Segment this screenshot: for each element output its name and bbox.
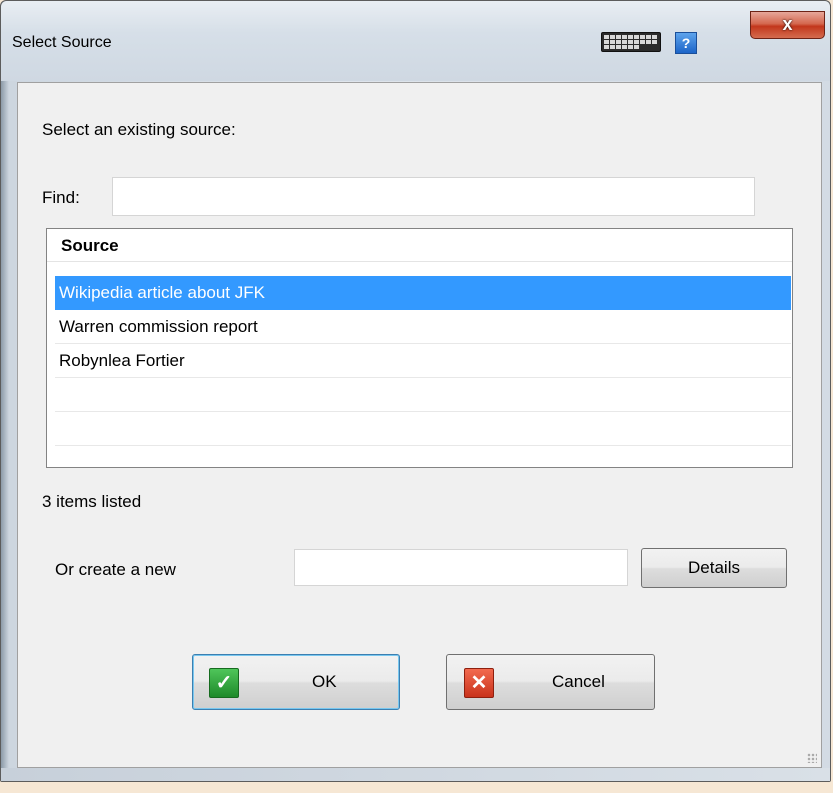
list-item-label: Robynlea Fortier	[59, 351, 185, 370]
keyboard-icon[interactable]	[601, 32, 661, 52]
create-new-label: Or create a new	[55, 560, 176, 579]
existing-source-prompt: Select an existing source:	[42, 120, 236, 139]
window-bottom-border	[1, 768, 830, 781]
empty-row	[55, 378, 791, 412]
list-item-label: Warren commission report	[59, 317, 258, 336]
close-button[interactable]: x	[750, 11, 825, 39]
empty-row	[55, 412, 791, 446]
ok-button[interactable]: ✓ OK	[192, 654, 400, 710]
title-bar[interactable]: Select Source ? x	[1, 1, 830, 81]
help-icon[interactable]: ?	[675, 32, 697, 54]
select-source-dialog: Select Source ? x Select an existing sou…	[0, 0, 831, 782]
window-title: Select Source	[12, 34, 112, 51]
details-button[interactable]: Details	[641, 548, 787, 588]
source-column-header[interactable]: Source	[47, 229, 792, 262]
list-item[interactable]: Warren commission report	[55, 310, 791, 344]
list-item[interactable]: Robynlea Fortier	[55, 344, 791, 378]
source-list[interactable]: Source Wikipedia article about JFK Warre…	[46, 228, 793, 468]
x-icon: ✕	[464, 668, 494, 698]
find-label: Find:	[42, 188, 80, 207]
list-item-label: Wikipedia article about JFK	[59, 283, 265, 302]
cancel-button[interactable]: ✕ Cancel	[446, 654, 655, 710]
new-source-input[interactable]	[294, 549, 628, 586]
list-item[interactable]: Wikipedia article about JFK	[55, 276, 791, 310]
dialog-content: Select an existing source: Find: Source …	[17, 82, 822, 768]
checkmark-icon: ✓	[209, 668, 239, 698]
resize-grip[interactable]	[807, 753, 817, 763]
source-column-label: Source	[61, 236, 119, 255]
find-input[interactable]	[112, 177, 755, 216]
item-count: 3 items listed	[42, 492, 142, 511]
cancel-label: Cancel	[552, 672, 605, 691]
ok-label: OK	[312, 672, 337, 691]
